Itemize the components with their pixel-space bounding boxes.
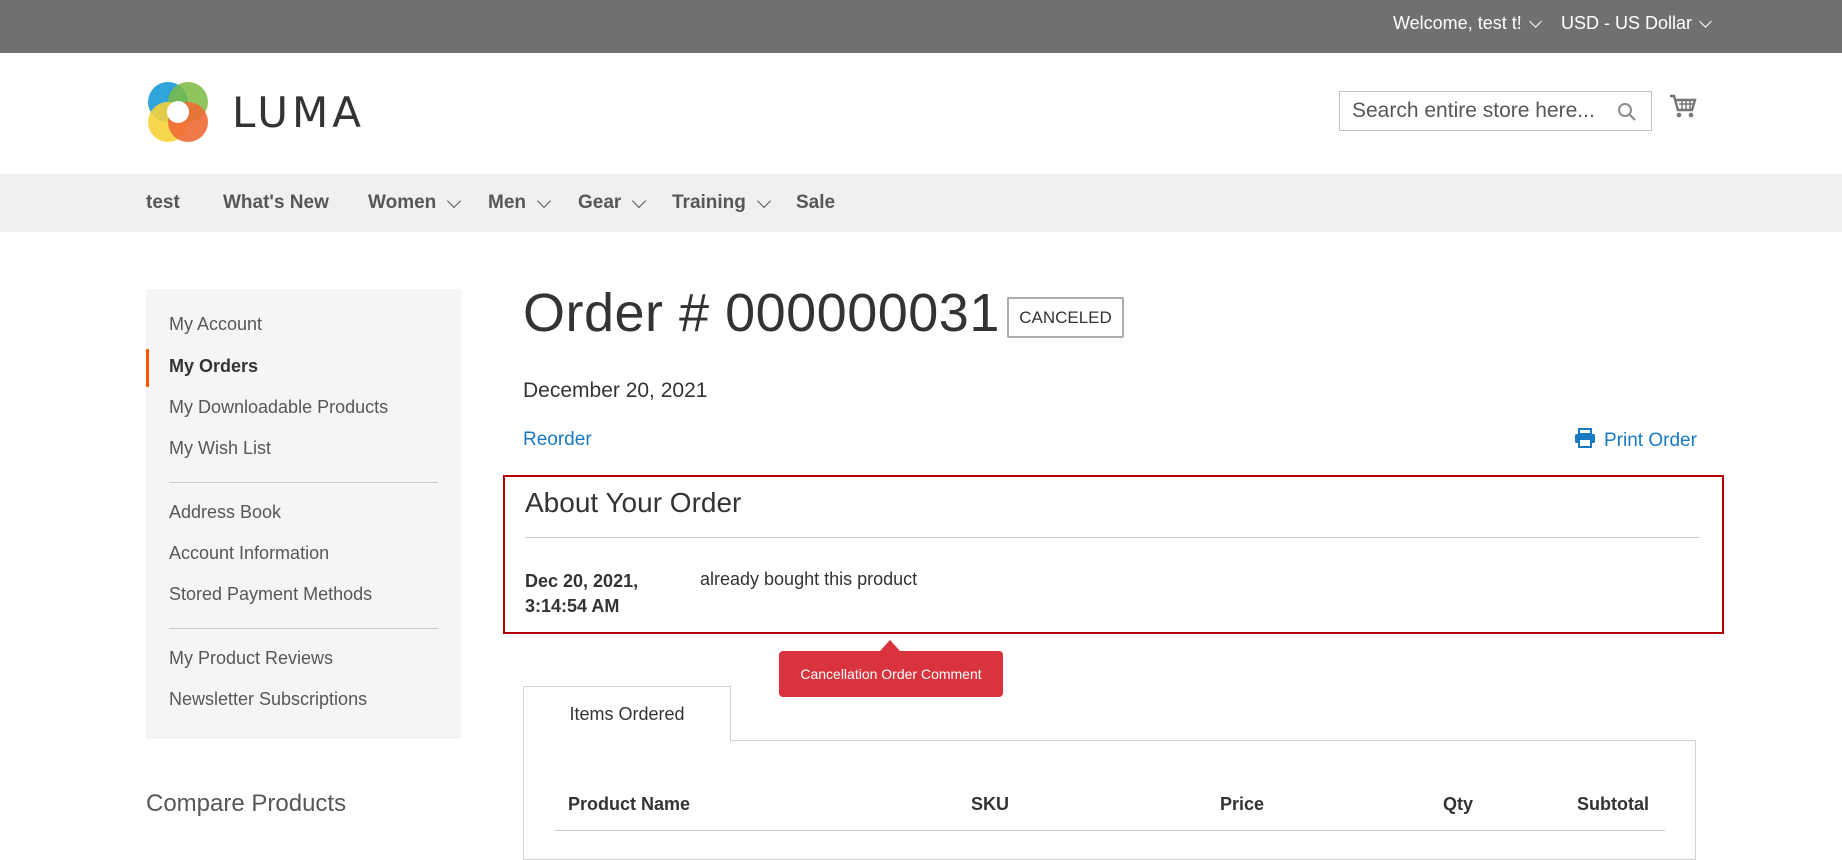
comment-date: Dec 20, 2021, 3:14:54 AM <box>525 569 638 619</box>
nav-item-whats-new[interactable]: What's New <box>223 192 329 214</box>
luma-logo[interactable]: LUMA <box>146 80 365 144</box>
sidebar-item-address-book[interactable]: Address Book <box>169 502 281 523</box>
status-badge: CANCELED <box>1007 297 1124 338</box>
nav-item-sale[interactable]: Sale <box>796 192 835 214</box>
cart-icon[interactable] <box>1669 93 1697 124</box>
tab-items-ordered[interactable]: Items Ordered <box>523 686 731 742</box>
chevron-down-icon <box>632 193 647 208</box>
sidebar-item-my-product-reviews[interactable]: My Product Reviews <box>169 648 333 669</box>
main-navigation: test What's New Women Men Gear Training … <box>0 174 1842 232</box>
sidebar-item-my-downloadable-products[interactable]: My Downloadable Products <box>169 397 388 418</box>
annotation-tooltip: Cancellation Order Comment <box>779 651 1003 697</box>
sidebar-item-newsletter-subscriptions[interactable]: Newsletter Subscriptions <box>169 689 367 710</box>
search-icon[interactable] <box>1617 102 1637 127</box>
comment-text: already bought this product <box>700 569 918 589</box>
customer-welcome-menu[interactable]: Welcome, test t! <box>1393 13 1542 34</box>
sidebar-divider <box>169 628 438 629</box>
about-your-order-title: About Your Order <box>525 487 742 518</box>
nav-item-training[interactable]: Training <box>672 192 771 214</box>
column-header-price: Price <box>1220 794 1265 814</box>
column-header-product-name: Product Name <box>568 794 691 814</box>
sidebar-item-my-account[interactable]: My Account <box>169 314 262 335</box>
order-date: December 20, 2021 <box>523 379 708 402</box>
nav-item-label: Training <box>672 192 746 213</box>
top-bar: Welcome, test t! USD - US Dollar <box>0 0 1842 53</box>
nav-item-gear[interactable]: Gear <box>578 192 647 214</box>
chevron-down-icon <box>447 193 462 208</box>
column-header-subtotal: Subtotal <box>1577 794 1649 814</box>
currency-switcher[interactable]: USD - US Dollar <box>1561 13 1712 34</box>
nav-item-label: test <box>146 192 180 213</box>
nav-item-label: What's New <box>223 192 329 213</box>
nav-item-label: Sale <box>796 192 836 213</box>
nav-item-label: Women <box>368 192 437 213</box>
chevron-down-icon <box>1528 15 1542 28</box>
reorder-link[interactable]: Reorder <box>523 429 592 451</box>
sidebar-item-account-information[interactable]: Account Information <box>169 543 329 564</box>
chevron-down-icon <box>756 193 771 208</box>
section-divider <box>525 537 1700 538</box>
currency-label: USD - US Dollar <box>1561 13 1693 33</box>
print-order-label: Print Order <box>1604 430 1697 451</box>
column-header-qty: Qty <box>1443 794 1474 814</box>
account-sidebar: My Account My Orders My Downloadable Pro… <box>146 289 461 739</box>
sidebar-item-my-orders[interactable]: My Orders <box>169 356 258 377</box>
page-title: Order # 000000031 <box>523 283 1000 343</box>
table-header-divider <box>555 830 1665 831</box>
nav-item-label: Men <box>488 192 526 213</box>
print-order-link[interactable]: Print Order <box>1574 428 1697 454</box>
nav-item-men[interactable]: Men <box>488 192 552 214</box>
comment-date-line1: Dec 20, 2021, <box>525 571 639 591</box>
items-ordered-panel <box>523 740 1696 860</box>
printer-icon <box>1574 428 1596 454</box>
tooltip-arrow <box>880 640 900 651</box>
chevron-down-icon <box>1699 15 1712 28</box>
sidebar-item-my-wish-list[interactable]: My Wish List <box>169 438 271 459</box>
comment-date-line2: 3:14:54 AM <box>525 596 620 616</box>
active-indicator <box>146 349 149 387</box>
nav-item-label: Gear <box>578 192 622 213</box>
nav-item-women[interactable]: Women <box>368 192 462 214</box>
compare-products-title: Compare Products <box>146 790 347 817</box>
luma-logo-icon <box>148 82 208 142</box>
sidebar-divider <box>169 482 438 483</box>
column-header-sku: SKU <box>971 794 1010 814</box>
search-input[interactable] <box>1340 92 1610 130</box>
about-your-order-section: About Your Order Dec 20, 2021, 3:14:54 A… <box>503 475 1724 634</box>
chevron-down-icon <box>536 193 552 208</box>
search-box[interactable] <box>1339 91 1652 131</box>
welcome-text: Welcome, test t! <box>1393 13 1522 33</box>
sidebar-item-stored-payment-methods[interactable]: Stored Payment Methods <box>169 584 372 605</box>
logo-text: LUMA <box>232 87 366 137</box>
nav-item-test[interactable]: test <box>146 192 180 214</box>
